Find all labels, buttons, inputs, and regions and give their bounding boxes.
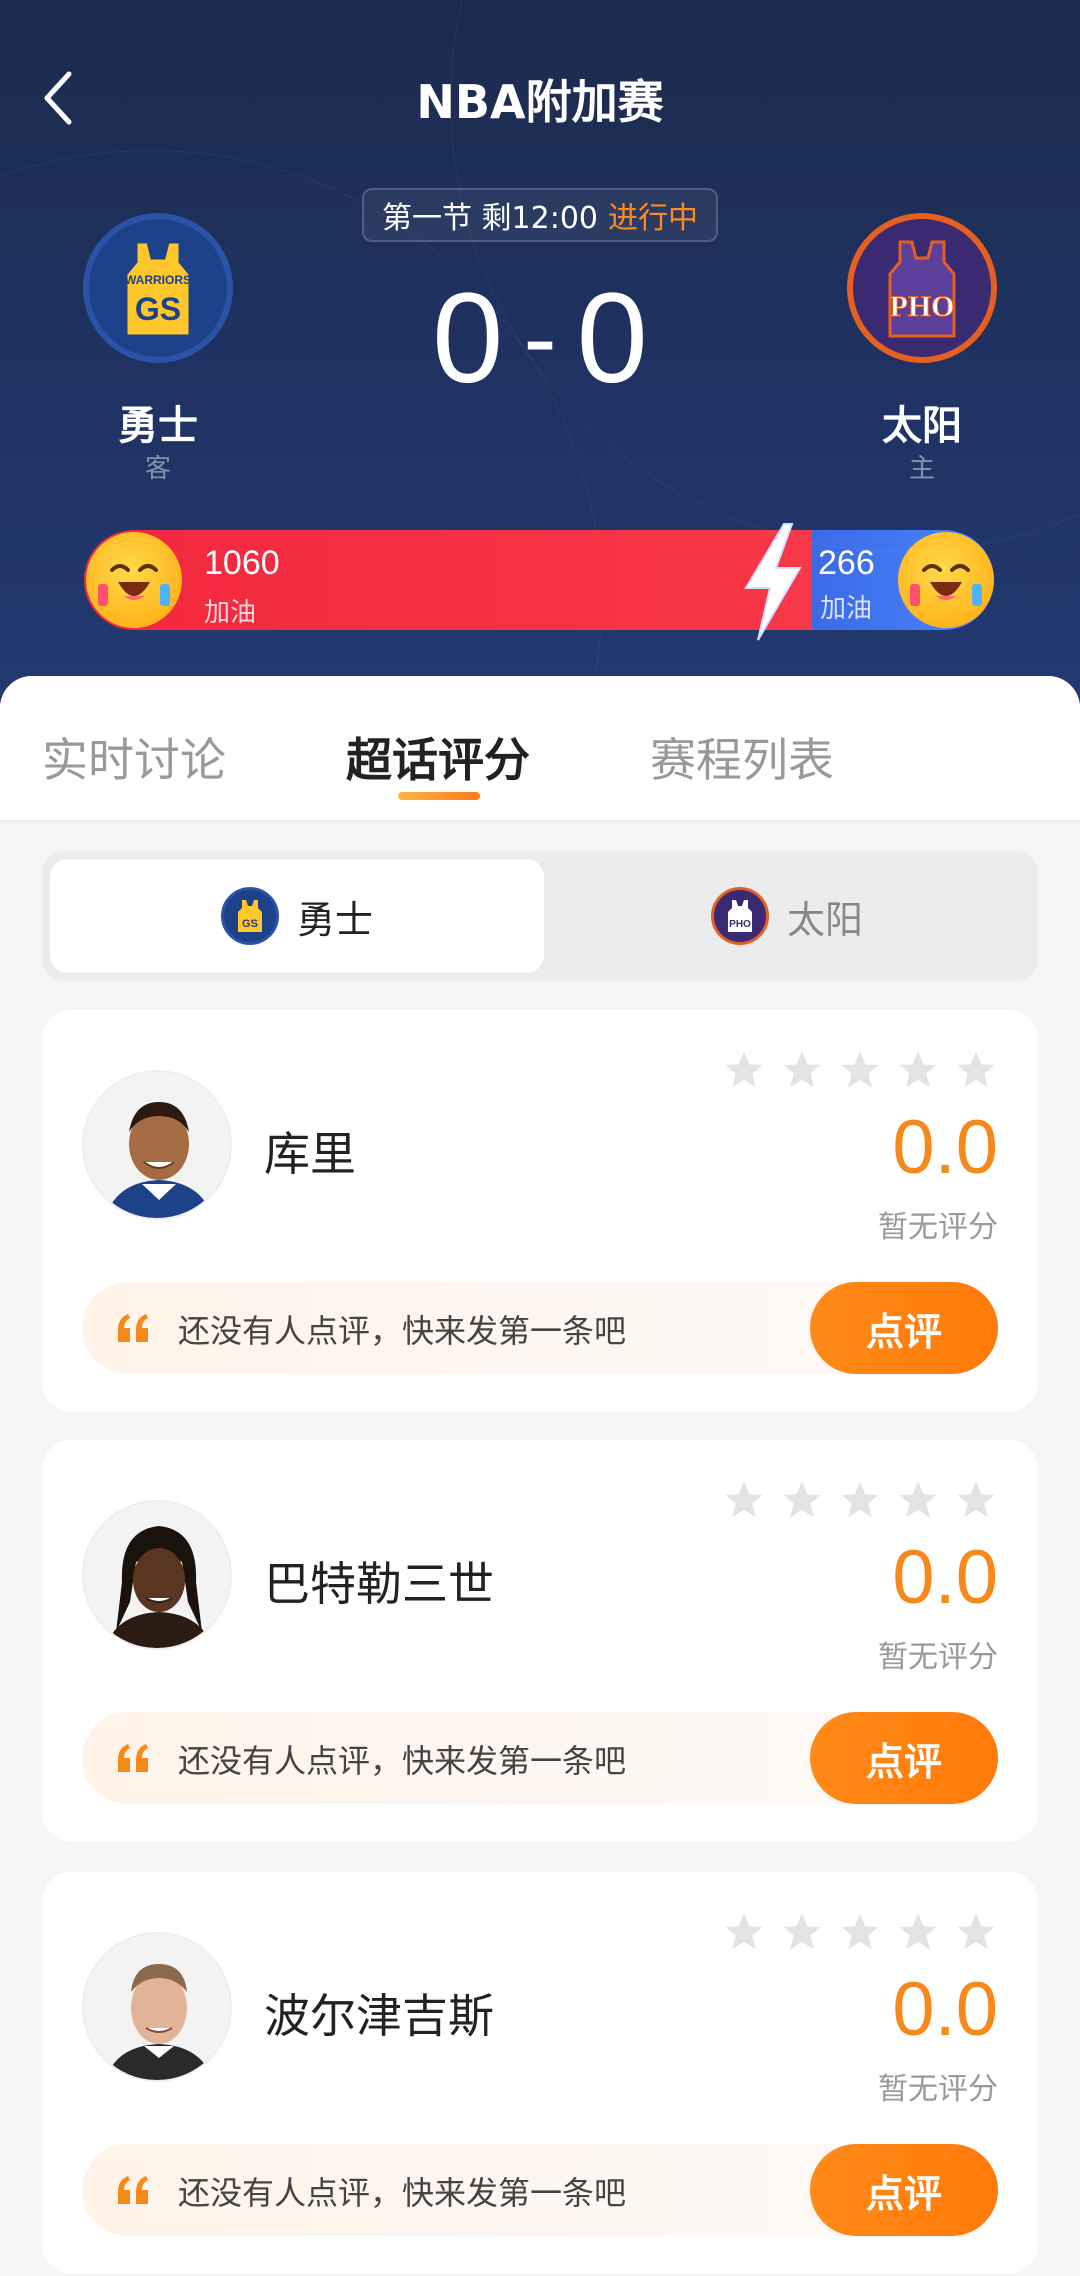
svg-text:WARRIORS: WARRIORS [125, 273, 191, 287]
star-icon[interactable] [780, 1910, 824, 1954]
match-header: NBA附加赛 第一节 剩12:00 进行中 WARRIORS GS PHO 勇士… [0, 0, 1080, 720]
rating-note: 暂无评分 [878, 1640, 998, 1675]
home-cheer-count: 266 [818, 544, 875, 582]
player-name: 巴特勒三世 [264, 1557, 494, 1611]
cheering-face-icon [98, 564, 170, 606]
star-icon[interactable] [722, 1478, 766, 1522]
star-icon[interactable] [838, 1478, 882, 1522]
away-team-logo[interactable]: WARRIORS GS [83, 213, 233, 363]
player-name: 库里 [264, 1127, 356, 1181]
away-cheer-emoji[interactable] [86, 532, 182, 628]
player-avatar [82, 1070, 232, 1220]
team-switch-label: 太阳 [786, 897, 863, 942]
star-icon[interactable] [896, 1048, 940, 1092]
page-title: NBA附加赛 [416, 75, 664, 129]
content-panel: 实时讨论 超话评分 赛程列表 GS 勇士 PHO 太阳 库里 0.0 暂无评分 … [0, 676, 1080, 2276]
scoreboard: 0 - 0 [360, 267, 720, 410]
home-score: 0 [576, 266, 648, 410]
home-team-role: 主 [908, 454, 935, 484]
suns-logo-icon: PHO [710, 887, 769, 945]
svg-text:GS: GS [135, 291, 181, 327]
player-card[interactable]: 波尔津吉斯 0.0 暂无评分 还没有人点评，快来发第一条吧 点评 [42, 1872, 1038, 2274]
comment-placeholder: 还没有人点评，快来发第一条吧 [178, 2174, 627, 2212]
team-switch-suns[interactable]: PHO 太阳 [540, 859, 1034, 973]
star-icon[interactable] [896, 1478, 940, 1522]
comment-prompt[interactable]: 还没有人点评，快来发第一条吧 点评 [82, 1712, 998, 1804]
star-rating[interactable] [722, 1910, 998, 1954]
star-icon[interactable] [780, 1478, 824, 1522]
away-team-role: 客 [144, 454, 171, 484]
review-button[interactable]: 点评 [810, 1282, 998, 1374]
player-rating: 0.0 [892, 1535, 998, 1620]
tab-ratings[interactable]: 超话评分 [346, 724, 530, 790]
player-card[interactable]: 库里 0.0 暂无评分 还没有人点评，快来发第一条吧 点评 [42, 1010, 1038, 1412]
player-card[interactable]: 巴特勒三世 0.0 暂无评分 还没有人点评，快来发第一条吧 点评 [42, 1440, 1038, 1842]
warriors-logo-icon: GS [220, 887, 279, 945]
quote-icon [118, 1744, 148, 1772]
svg-text:GS: GS [242, 918, 258, 930]
away-cheer-count: 1060 [204, 544, 280, 582]
warriors-logo-icon: WARRIORS GS [124, 240, 192, 338]
star-icon[interactable] [838, 1910, 882, 1954]
star-icon[interactable] [954, 1048, 998, 1092]
quote-icon [118, 2176, 148, 2204]
away-team-name: 勇士 [118, 403, 198, 449]
star-icon[interactable] [954, 1910, 998, 1954]
home-cheer-emoji[interactable] [898, 532, 994, 628]
player-rating: 0.0 [892, 1967, 998, 2052]
away-cheer-label: 加油 [204, 598, 257, 628]
rating-note: 暂无评分 [878, 1210, 998, 1245]
score-separator: - [523, 281, 557, 394]
review-button[interactable]: 点评 [810, 2144, 998, 2236]
comment-prompt[interactable]: 还没有人点评，快来发第一条吧 点评 [82, 2144, 998, 2236]
team-switch: GS 勇士 PHO 太阳 [42, 851, 1038, 981]
player-name: 波尔津吉斯 [264, 1989, 494, 2043]
star-icon[interactable] [722, 1048, 766, 1092]
suns-logo-icon: PHO [888, 240, 956, 338]
team-switch-label: 勇士 [296, 897, 373, 942]
star-icon[interactable] [896, 1910, 940, 1954]
svg-text:PHO: PHO [890, 290, 955, 323]
live-status: 进行中 [608, 201, 698, 236]
star-icon[interactable] [838, 1048, 882, 1092]
period-text: 第一节 剩12:00 [382, 201, 598, 236]
period-badge: 第一节 剩12:00 进行中 [362, 188, 718, 242]
star-rating[interactable] [722, 1048, 998, 1092]
svg-text:PHO: PHO [729, 919, 751, 930]
tab-live-discussion[interactable]: 实时讨论 [42, 724, 226, 790]
team-switch-warriors[interactable]: GS 勇士 [50, 859, 544, 973]
away-cheer-fill[interactable] [84, 530, 812, 630]
comment-prompt[interactable]: 还没有人点评，快来发第一条吧 点评 [82, 1282, 998, 1374]
active-tab-indicator [398, 792, 480, 800]
quote-icon [118, 1314, 148, 1342]
home-team-name: 太阳 [882, 403, 962, 449]
tab-bar: 实时讨论 超话评分 赛程列表 [0, 676, 1080, 821]
comment-placeholder: 还没有人点评，快来发第一条吧 [178, 1312, 627, 1350]
home-team-logo[interactable]: PHO [847, 213, 997, 363]
cheering-face-icon [910, 564, 982, 606]
player-rating: 0.0 [892, 1105, 998, 1190]
comment-placeholder: 还没有人点评，快来发第一条吧 [178, 1742, 627, 1780]
lightning-icon [744, 523, 802, 641]
player-avatar [82, 1500, 232, 1650]
review-button[interactable]: 点评 [810, 1712, 998, 1804]
player-avatar [82, 1932, 232, 2082]
star-rating[interactable] [722, 1478, 998, 1522]
rating-note: 暂无评分 [878, 2072, 998, 2107]
home-cheer-label: 加油 [820, 594, 873, 624]
star-icon[interactable] [722, 1910, 766, 1954]
star-icon[interactable] [780, 1048, 824, 1092]
star-icon[interactable] [954, 1478, 998, 1522]
tab-schedule[interactable]: 赛程列表 [650, 724, 834, 790]
away-score: 0 [432, 266, 504, 410]
